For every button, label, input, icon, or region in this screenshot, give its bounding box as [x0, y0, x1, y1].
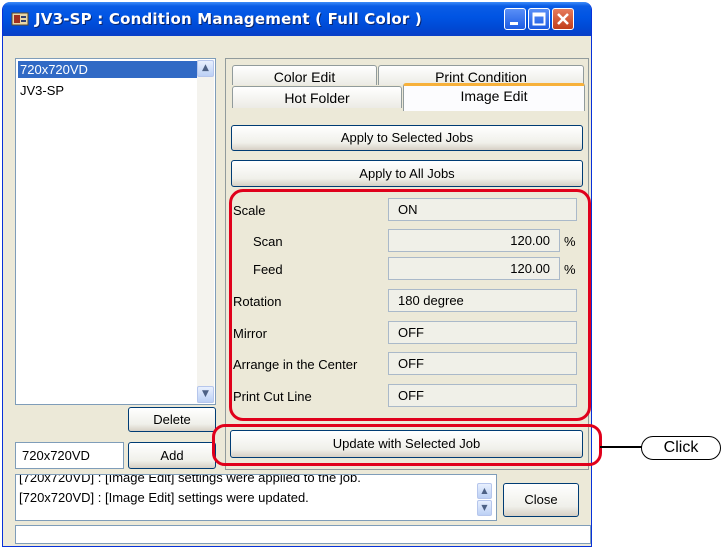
- scroll-down-icon[interactable]: ▼: [197, 386, 214, 403]
- tab-color-edit[interactable]: Color Edit: [232, 65, 377, 85]
- callout-pointer: [600, 446, 644, 448]
- tab-hot-folder[interactable]: Hot Folder: [232, 86, 402, 108]
- close-window-button[interactable]: [552, 8, 574, 30]
- delete-button[interactable]: Delete: [128, 407, 216, 432]
- settings-highlight-ring: [229, 189, 591, 421]
- minimize-icon: [510, 22, 518, 25]
- update-highlight-ring: [212, 424, 602, 466]
- scroll-down-icon[interactable]: ▼: [477, 500, 492, 516]
- maximize-icon: [532, 12, 546, 26]
- job-list-scrollbar[interactable]: ▲ ▼: [197, 60, 214, 403]
- list-item[interactable]: JV3-SP: [18, 82, 64, 99]
- maximize-button[interactable]: [528, 8, 550, 30]
- log-line: [720x720VD] : [Image Edit] settings were…: [19, 490, 309, 505]
- condition-name-field[interactable]: 720x720VD: [15, 442, 124, 469]
- status-bar: [15, 525, 591, 544]
- window-title: JV3-SP : Condition Management ( Full Col…: [35, 10, 422, 28]
- minimize-button[interactable]: [504, 8, 526, 30]
- add-button[interactable]: Add: [128, 442, 216, 469]
- apply-to-selected-jobs-button[interactable]: Apply to Selected Jobs: [231, 125, 583, 151]
- apply-to-all-jobs-button[interactable]: Apply to All Jobs: [231, 160, 583, 187]
- click-callout: Click: [641, 436, 721, 460]
- close-button[interactable]: Close: [503, 483, 579, 517]
- scroll-up-icon[interactable]: ▲: [477, 483, 492, 499]
- condition-management-window: JV3-SP : Condition Management ( Full Col…: [2, 2, 602, 547]
- title-bar[interactable]: JV3-SP : Condition Management ( Full Col…: [3, 2, 591, 36]
- scroll-up-icon[interactable]: ▲: [197, 60, 214, 77]
- list-item[interactable]: 720x720VD: [18, 61, 198, 78]
- job-list[interactable]: 720x720VD JV3-SP ▲ ▼: [15, 58, 216, 405]
- tab-print-condition[interactable]: Print Condition: [378, 65, 584, 85]
- log-scrollbar[interactable]: ▲ ▼: [477, 483, 492, 516]
- app-icon: [11, 12, 29, 26]
- close-icon: [557, 13, 569, 25]
- log-line: [720x720VD] : [Image Edit] settings were…: [19, 474, 361, 485]
- message-log: [720x720VD] : [Image Edit] settings were…: [15, 474, 497, 521]
- tab-image-edit[interactable]: Image Edit: [403, 83, 585, 111]
